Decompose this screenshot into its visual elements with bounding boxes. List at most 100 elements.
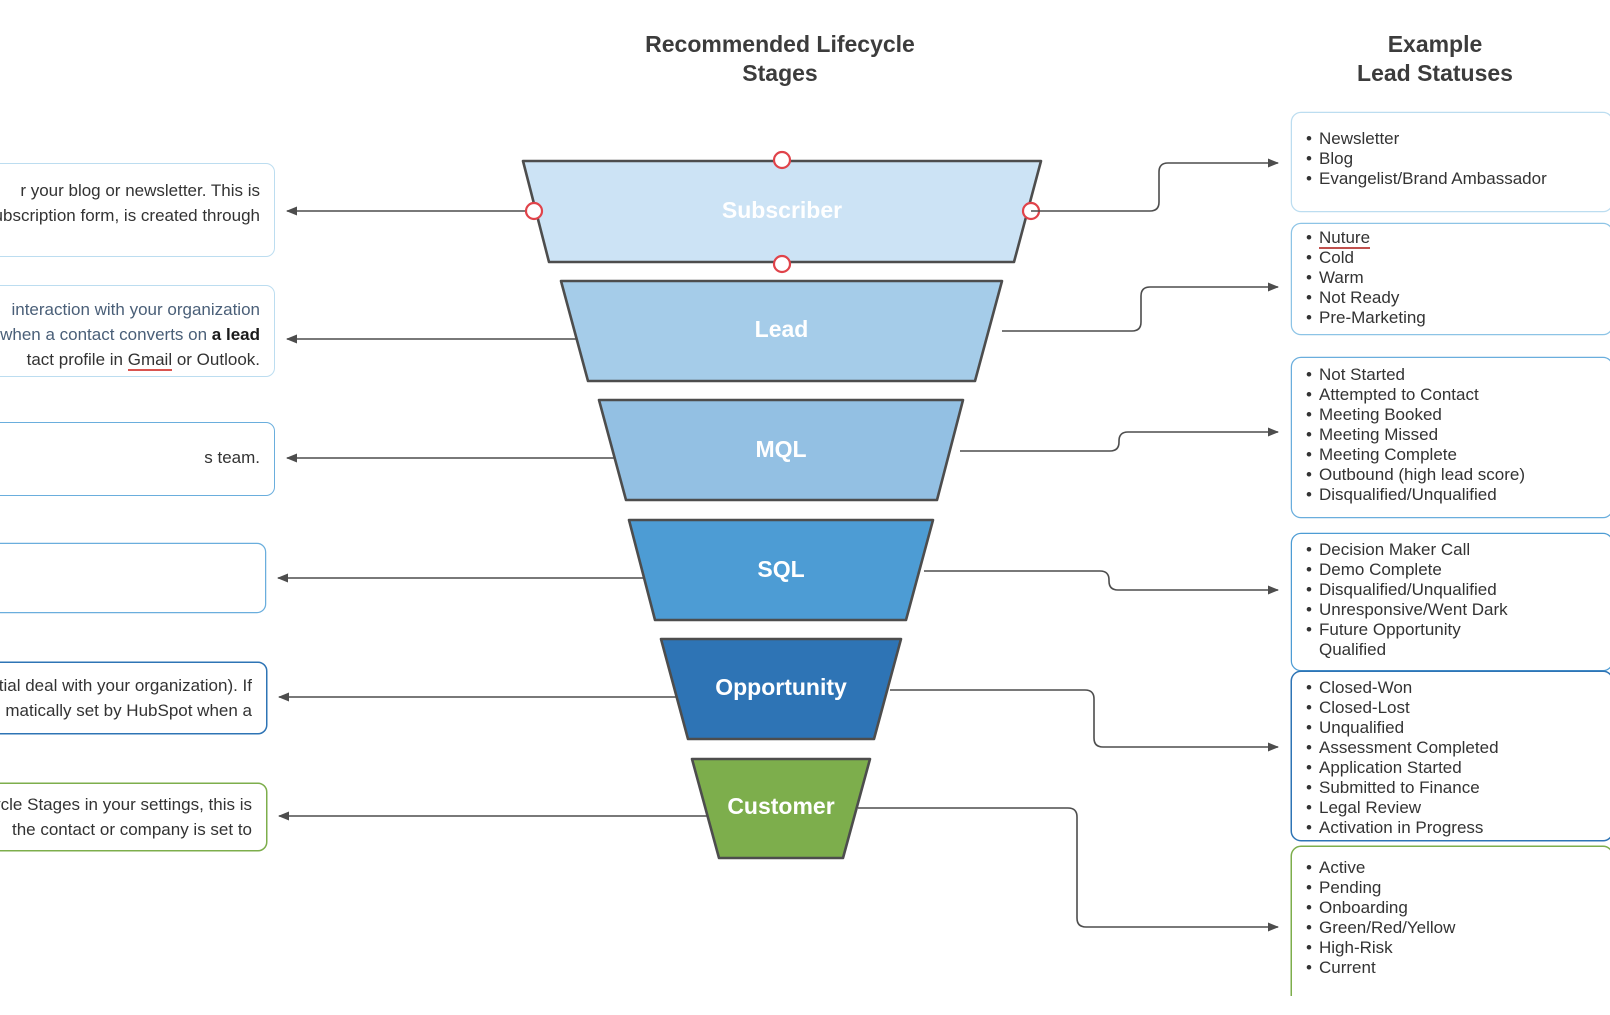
description-line: when a contact converts on a lead xyxy=(0,322,260,347)
connector-customer-right xyxy=(858,807,1279,932)
description-run: cycle Stages in your settings, this is xyxy=(0,795,252,814)
description-line: cycle Stages in your settings, this is xyxy=(0,792,252,817)
resize-handle-bottom[interactable] xyxy=(772,254,792,274)
status-list: Not StartedAttempted to ContactMeeting B… xyxy=(1306,365,1525,505)
left-description-boxes xyxy=(0,163,275,852)
status-list-item: Closed-Won xyxy=(1306,678,1499,698)
description-run: a lead xyxy=(211,325,260,344)
description-lines: interaction with your organization when a… xyxy=(0,297,260,372)
sql-statuses-text: Decision Maker CallDemo CompleteDisquali… xyxy=(1292,534,1610,670)
status-list-item: Meeting Missed xyxy=(1306,425,1525,445)
connector-lead-right xyxy=(1002,282,1279,332)
description-run: tact profile in xyxy=(26,350,128,369)
status-list-item: Cold xyxy=(1306,248,1426,268)
customer-statuses-text: ActivePendingOnboardingGreen/Red/YellowH… xyxy=(1292,847,1610,1015)
status-list-item: Meeting Booked xyxy=(1306,405,1525,425)
status-list-item: Not Started xyxy=(1306,365,1525,385)
status-list-item: Activation in Progress xyxy=(1306,818,1499,838)
funnel-stage-customer[interactable] xyxy=(690,757,872,860)
status-list-item: Unqualified xyxy=(1306,718,1499,738)
status-list-item: Meeting Complete xyxy=(1306,445,1525,465)
description-line: matically set by HubSpot when a xyxy=(0,698,252,723)
status-list-item: Demo Complete xyxy=(1306,560,1508,580)
status-list-item: Assessment Completed xyxy=(1306,738,1499,758)
mql-statuses-text: Not StartedAttempted to ContactMeeting B… xyxy=(1292,358,1610,517)
lead-description-text: interaction with your organization when a… xyxy=(0,286,274,376)
status-list-item: Green/Red/Yellow xyxy=(1306,918,1455,938)
description-run: ential deal with your organization). If xyxy=(0,676,252,695)
description-run: the contact or company is set to xyxy=(11,820,252,839)
description-line: ubscription form, is created through xyxy=(0,203,260,228)
description-run: r your blog or newsletter. This is xyxy=(20,181,260,200)
status-list-item: Pre-Marketing xyxy=(1306,308,1426,328)
status-list-item: Application Started xyxy=(1306,758,1499,778)
subscriber-description-text: r your blog or newsletter. This is ubscri… xyxy=(0,164,274,256)
description-run: s team. xyxy=(204,448,260,467)
funnel-stage-lead[interactable] xyxy=(559,279,1004,383)
description-run: Gmail xyxy=(127,350,173,371)
status-list-item: Future Opportunity xyxy=(1306,620,1508,640)
description-run: or Outlook. xyxy=(172,350,260,369)
description-run: ubscription form, is created through xyxy=(0,206,260,225)
status-list-item: Unresponsive/Went Dark xyxy=(1306,600,1508,620)
status-list: ActivePendingOnboardingGreen/Red/YellowH… xyxy=(1306,858,1455,978)
description-run: matically set by HubSpot when a xyxy=(5,701,252,720)
status-list-item: Qualified xyxy=(1319,640,1387,659)
sql-description-text xyxy=(0,544,265,612)
description-lines: r your blog or newsletter. This is ubscri… xyxy=(0,178,260,228)
description-line: s team. xyxy=(204,445,260,470)
resize-handle-top[interactable] xyxy=(772,150,792,170)
subscriber-statuses-text: NewsletterBlogEvangelist/Brand Ambassado… xyxy=(1292,113,1610,211)
connector-sql-right xyxy=(924,570,1279,595)
status-list-item: High-Risk xyxy=(1306,938,1455,958)
status-list-item: Disqualified/Unqualified xyxy=(1306,485,1525,505)
status-list-item: Disqualified/Unqualified xyxy=(1306,580,1508,600)
status-list-item: Active xyxy=(1306,858,1455,878)
customer-description-text: cycle Stages in your settings, this is th… xyxy=(0,784,266,850)
description-lines: s team. xyxy=(204,445,260,470)
status-list-item: Submitted to Finance xyxy=(1306,778,1499,798)
status-list-item: Onboarding xyxy=(1306,898,1455,918)
lead-statuses-text: NutureColdWarmNot ReadyPre-Marketing xyxy=(1292,224,1610,334)
status-list-item: Blog xyxy=(1306,149,1547,169)
page-title-statuses: Example Lead Statuses xyxy=(1357,31,1513,86)
status-list-item: Attempted to Contact xyxy=(1306,385,1525,405)
description-line: ential deal with your organization). If xyxy=(0,673,252,698)
funnel-stage-subscriber[interactable] xyxy=(521,159,1043,264)
opportunity-statuses-text: Closed-WonClosed-LostUnqualifiedAssessme… xyxy=(1292,672,1610,840)
description-lines: cycle Stages in your settings, this is th… xyxy=(0,792,252,842)
opportunity-description-text: ential deal with your organization). If m… xyxy=(0,663,266,733)
resize-handle-left[interactable] xyxy=(524,201,544,221)
description-line: interaction with your organization xyxy=(0,297,260,322)
status-list-item: Evangelist/Brand Ambassador xyxy=(1306,169,1547,189)
status-list: NewsletterBlogEvangelist/Brand Ambassado… xyxy=(1306,129,1547,189)
funnel-stage-opportunity[interactable] xyxy=(659,637,903,741)
description-line: r your blog or newsletter. This is xyxy=(0,178,260,203)
funnel-stage-mql[interactable] xyxy=(597,398,965,502)
status-list-item: Not Ready xyxy=(1306,288,1426,308)
spellcheck-word: Nuture xyxy=(1319,228,1371,249)
status-list: Closed-WonClosed-LostUnqualifiedAssessme… xyxy=(1306,678,1499,838)
page-title-funnel: Recommended Lifecycle Stages xyxy=(645,31,915,86)
status-list: NutureColdWarmNot ReadyPre-Marketing xyxy=(1306,228,1426,328)
status-list-item: Legal Review xyxy=(1306,798,1499,818)
status-list-item: Nuture xyxy=(1306,228,1426,249)
description-run: when a contact converts on xyxy=(0,325,212,344)
description-line: the contact or company is set to xyxy=(0,817,252,842)
mql-description-text: s team. xyxy=(0,423,274,495)
description-lines: ential deal with your organization). If m… xyxy=(0,673,252,723)
status-list-item: Current xyxy=(1306,958,1455,978)
status-list-item: Warm xyxy=(1306,268,1426,288)
status-list: Decision Maker CallDemo CompleteDisquali… xyxy=(1306,540,1508,660)
connector-opportunity-right xyxy=(890,689,1279,752)
status-list-item: Closed-Lost xyxy=(1306,698,1499,718)
status-list-item: Pending xyxy=(1306,878,1455,898)
connector-subscriber-right xyxy=(1031,158,1279,212)
funnel-stage-sql[interactable] xyxy=(627,518,935,622)
description-run: interaction with your organization xyxy=(11,300,260,319)
connector-mql-right xyxy=(960,427,1279,452)
status-list-item: Decision Maker Call xyxy=(1306,540,1508,560)
description-line: tact profile in Gmail or Outlook. xyxy=(0,347,260,372)
status-list-item: Outbound (high lead score) xyxy=(1306,465,1525,485)
status-list-item: Newsletter xyxy=(1306,129,1547,149)
